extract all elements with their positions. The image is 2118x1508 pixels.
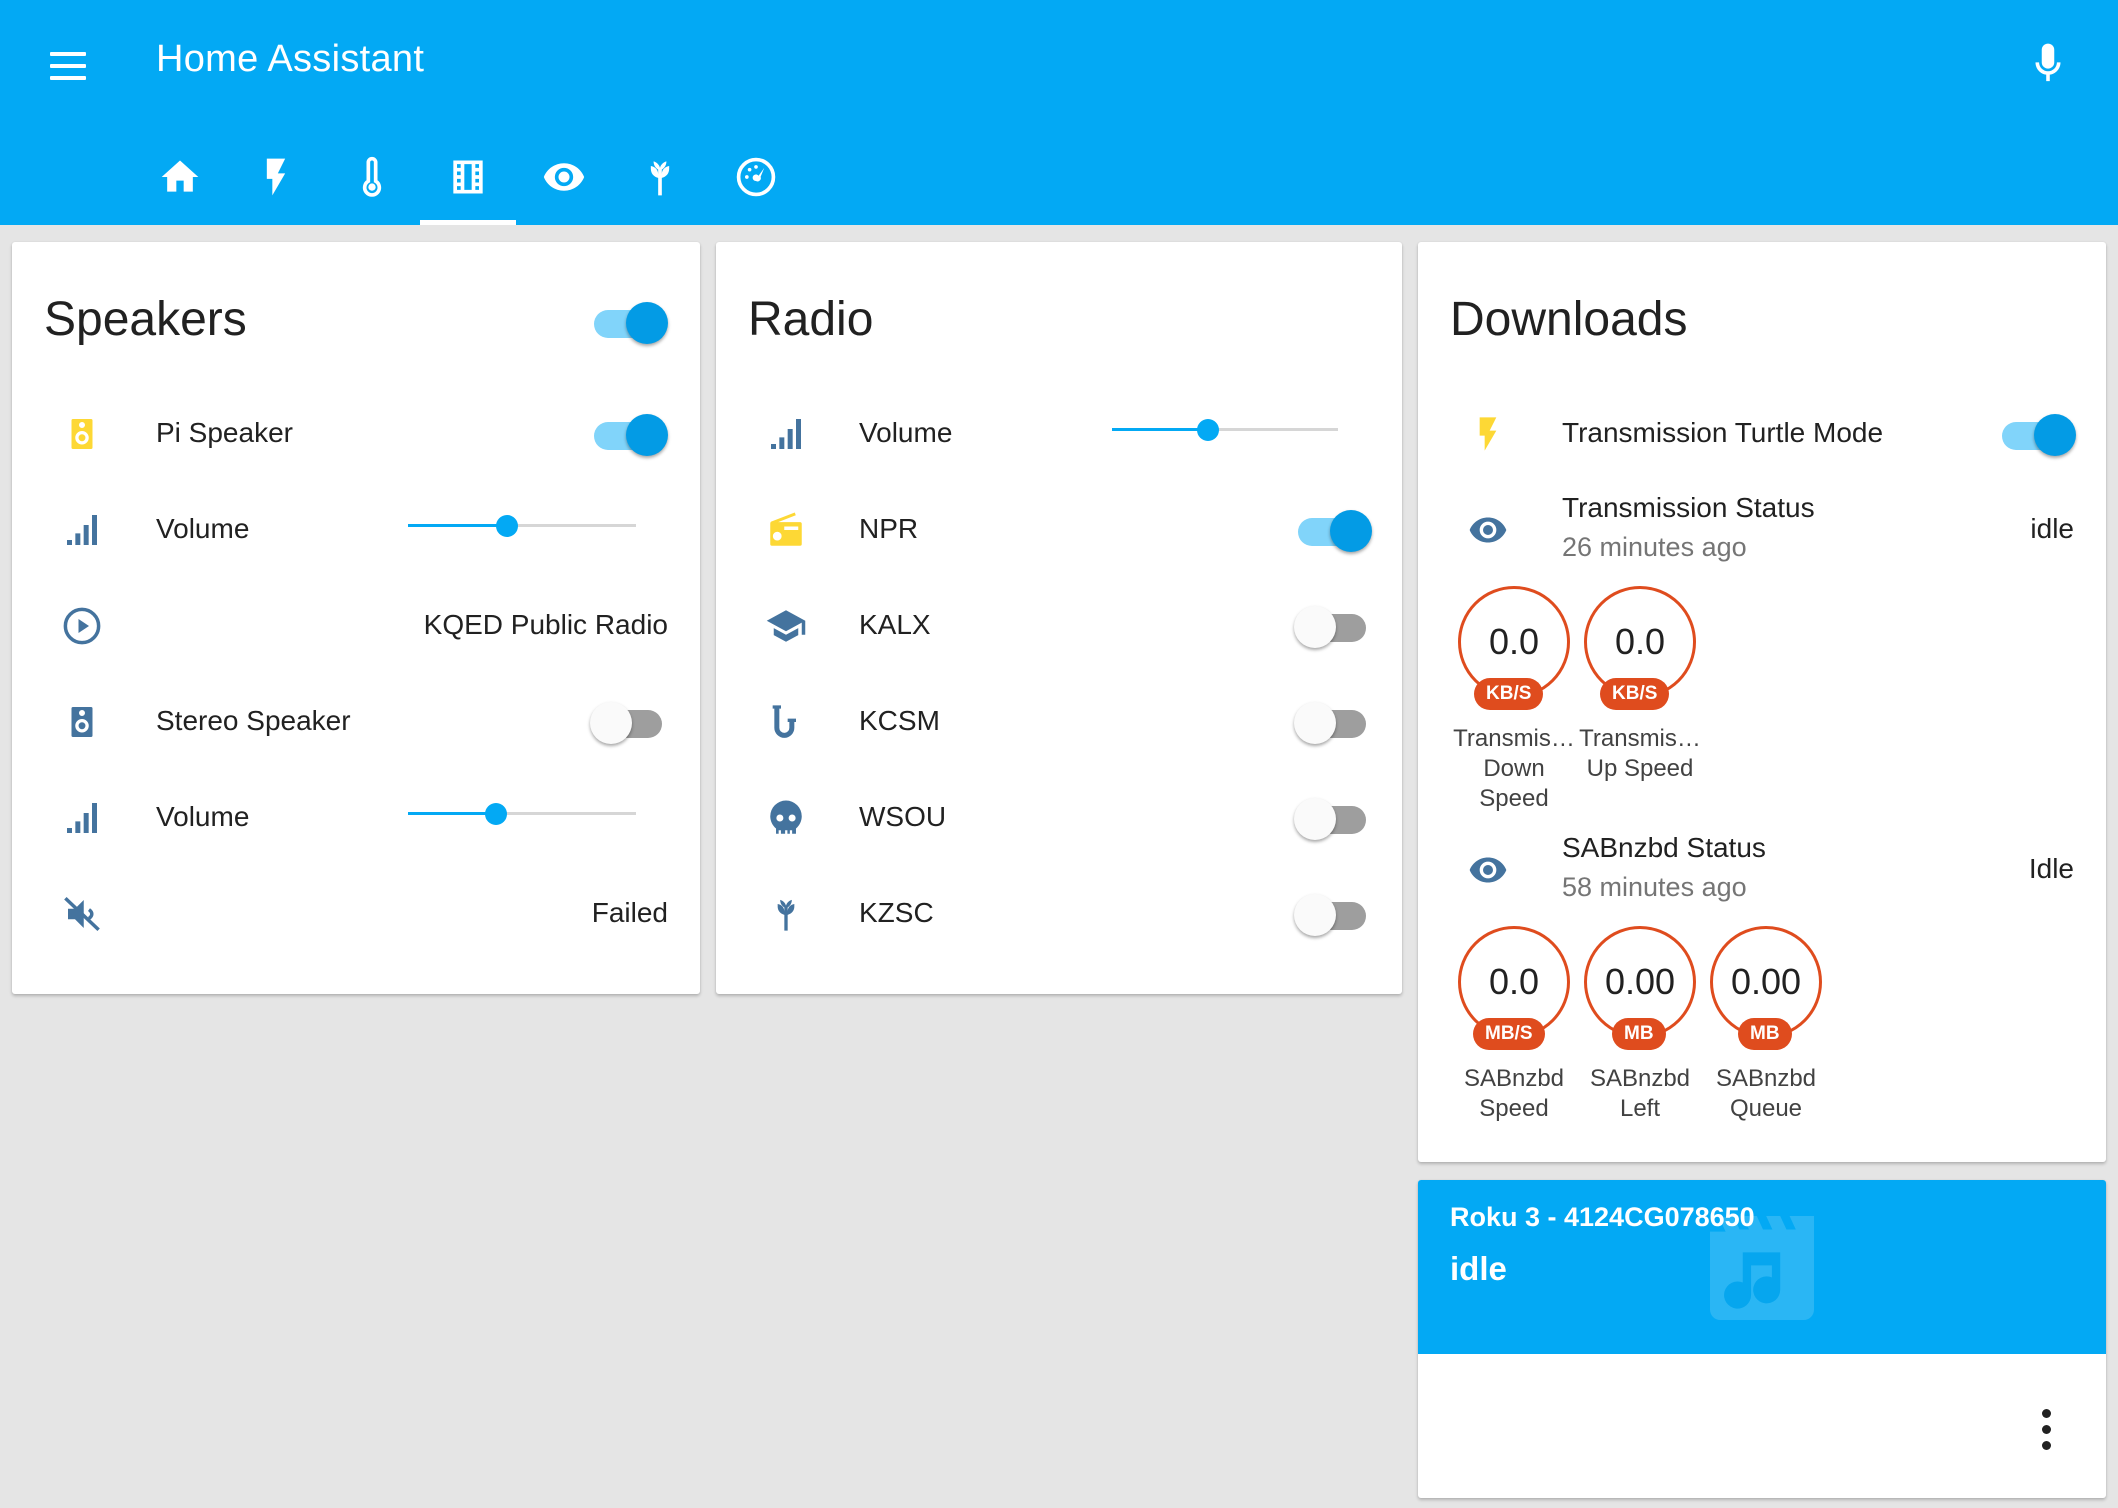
turtle-mode-label: Transmission Turtle Mode <box>1562 417 1884 448</box>
stereo-speaker-state: Failed <box>591 897 668 928</box>
radio-card: Radio Volume NPR KALX KCSM WSOU KZSC <box>716 242 1402 994</box>
wsou-toggle[interactable] <box>1294 794 1370 840</box>
downloads-card: Downloads Transmission Turtle Mode Trans… <box>1418 242 2106 1162</box>
unit-badge: KB/S <box>1474 678 1544 710</box>
eye-icon <box>1464 846 1512 894</box>
tab-media[interactable] <box>420 145 516 225</box>
card-title: Radio <box>748 293 874 346</box>
app-toolbar: Home Assistant <box>0 0 2118 225</box>
radio-icon <box>762 506 810 554</box>
kalx-toggle[interactable] <box>1294 602 1370 648</box>
pi-speaker-toggle[interactable] <box>590 410 668 456</box>
tab-flash[interactable] <box>228 145 324 225</box>
tab-eye[interactable] <box>516 145 612 225</box>
unit-badge: MB/S <box>1473 1018 1545 1050</box>
sabnzbd-status-time: 58 minutes ago <box>1562 872 1747 902</box>
skull-icon <box>762 794 810 842</box>
media-player-card: Roku 3 - 4124CG078650 idle <box>1418 1180 2106 1498</box>
eye-icon <box>543 163 585 191</box>
unit-badge: KB/S <box>1600 678 1670 710</box>
radio-volume-label: Volume <box>859 417 953 448</box>
flash-icon <box>266 158 286 196</box>
tab-gauge[interactable] <box>708 145 804 225</box>
wsou-label: WSOU <box>859 801 947 832</box>
media-player-header[interactable]: Roku 3 - 4124CG078650 idle <box>1418 1180 2106 1354</box>
home-icon <box>161 160 199 192</box>
transmission-status-value: idle <box>2030 513 2074 544</box>
speaker-icon <box>58 698 106 746</box>
sabnzbd-queue-label: SABnzbd Queue <box>1715 1065 1817 1122</box>
sabnzbd-status-label: SABnzbd Status <box>1562 832 1766 863</box>
stereo-speaker-volume-label: Volume <box>156 801 250 832</box>
play-circle-icon <box>58 602 106 650</box>
barley-icon <box>650 161 670 196</box>
signal-icon <box>762 410 810 458</box>
sabnzbd-speed-label: SABnzbd Speed <box>1463 1065 1565 1122</box>
barley-icon <box>762 890 810 938</box>
pi-speaker-volume-label: Volume <box>156 513 250 544</box>
signal-icon <box>58 506 106 554</box>
stereo-speaker-volume-slider[interactable] <box>408 794 636 834</box>
speakers-master-toggle[interactable] <box>590 298 668 344</box>
kcsm-toggle[interactable] <box>1294 698 1370 744</box>
tab-barley[interactable] <box>612 145 708 225</box>
thermometer-icon <box>362 156 382 197</box>
volume-off-icon <box>58 890 106 938</box>
speaker-icon <box>58 410 106 458</box>
kzsc-toggle[interactable] <box>1294 890 1370 936</box>
speakers-card: Speakers Pi Speaker Volume KQED Public R… <box>12 242 700 994</box>
media-source-value: KQED Public Radio <box>423 609 668 640</box>
sabnzbd-left-label: SABnzbd Left <box>1589 1065 1691 1122</box>
saxophone-icon <box>762 698 810 746</box>
unit-badge: MB <box>1738 1018 1792 1050</box>
media-player-state: idle <box>1450 1250 1507 1287</box>
pi-speaker-volume-slider[interactable] <box>408 506 636 546</box>
stereo-speaker-toggle[interactable] <box>590 698 666 744</box>
transmission-down-label: Transmis… Down Speed <box>1453 725 1575 812</box>
film-icon <box>453 160 483 194</box>
card-title: Speakers <box>44 293 247 346</box>
transmission-up-label: Transmis… Up Speed <box>1579 725 1701 782</box>
kcsm-label: KCSM <box>859 705 940 736</box>
gauge-icon <box>736 157 776 197</box>
npr-toggle[interactable] <box>1294 506 1372 552</box>
more-vert-icon[interactable] <box>2026 1406 2066 1454</box>
flash-icon <box>1464 410 1512 458</box>
card-title: Downloads <box>1450 293 1688 346</box>
radio-volume-slider[interactable] <box>1112 410 1338 450</box>
eye-icon <box>1464 506 1512 554</box>
menu-icon[interactable] <box>44 42 92 90</box>
signal-icon <box>58 794 106 842</box>
school-icon <box>762 602 810 650</box>
tab-home[interactable] <box>132 145 228 225</box>
media-player-name: Roku 3 - 4124CG078650 <box>1450 1202 1755 1232</box>
transmission-status-label: Transmission Status <box>1562 492 1815 523</box>
app-title: Home Assistant <box>156 38 425 80</box>
npr-label: NPR <box>859 513 919 544</box>
transmission-status-time: 26 minutes ago <box>1562 532 1747 562</box>
kalx-label: KALX <box>859 609 931 640</box>
unit-badge: MB <box>1612 1018 1666 1050</box>
tab-thermometer[interactable] <box>324 145 420 225</box>
stereo-speaker-label: Stereo Speaker <box>156 705 351 736</box>
microphone-icon[interactable] <box>2026 40 2070 90</box>
turtle-mode-toggle[interactable] <box>1998 410 2076 456</box>
pi-speaker-label: Pi Speaker <box>156 417 293 448</box>
kzsc-label: KZSC <box>859 897 934 928</box>
sabnzbd-status-value: Idle <box>2028 853 2074 884</box>
